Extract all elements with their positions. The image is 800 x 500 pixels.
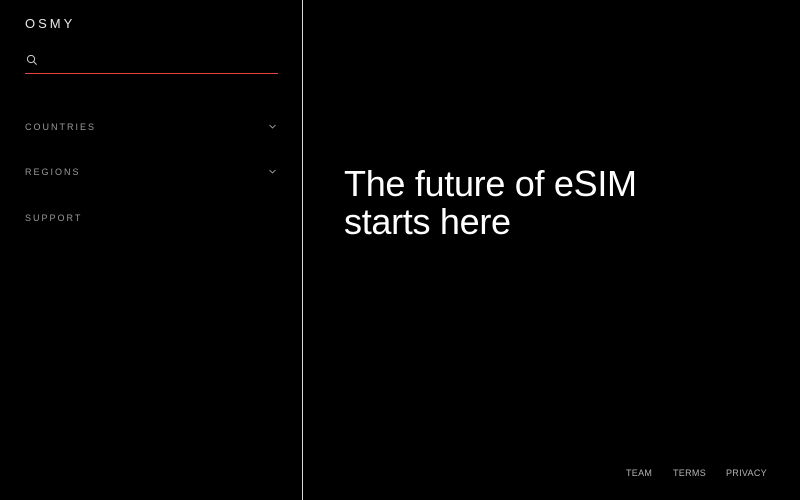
chevron-down-icon — [269, 169, 276, 174]
search-icon — [26, 54, 37, 65]
sidebar: OSMY COUNTRIES REGIONS SUPPORT — [0, 0, 303, 500]
hero-line-2: starts here — [344, 201, 511, 242]
sidebar-item-label: REGIONS — [25, 167, 81, 177]
hero-heading: The future of eSIM starts here — [344, 165, 744, 241]
footer-link-privacy[interactable]: PRIVACY — [726, 467, 767, 479]
sidebar-item-label: SUPPORT — [25, 213, 83, 223]
sidebar-item-regions[interactable]: REGIONS — [25, 164, 278, 180]
search-bar[interactable] — [25, 50, 278, 74]
logo[interactable]: OSMY — [25, 16, 75, 31]
footer-link-terms[interactable]: TERMS — [673, 467, 706, 479]
page: OSMY COUNTRIES REGIONS SUPPORT The futur… — [0, 0, 800, 500]
sidebar-item-countries[interactable]: COUNTRIES — [25, 119, 278, 135]
sidebar-item-support[interactable]: SUPPORT — [25, 210, 278, 226]
footer-link-team[interactable]: TEAM — [626, 467, 652, 479]
chevron-down-icon — [269, 124, 276, 129]
sidebar-item-label: COUNTRIES — [25, 122, 97, 132]
search-input[interactable] — [43, 50, 273, 72]
hero-line-1: The future of eSIM — [344, 163, 637, 204]
